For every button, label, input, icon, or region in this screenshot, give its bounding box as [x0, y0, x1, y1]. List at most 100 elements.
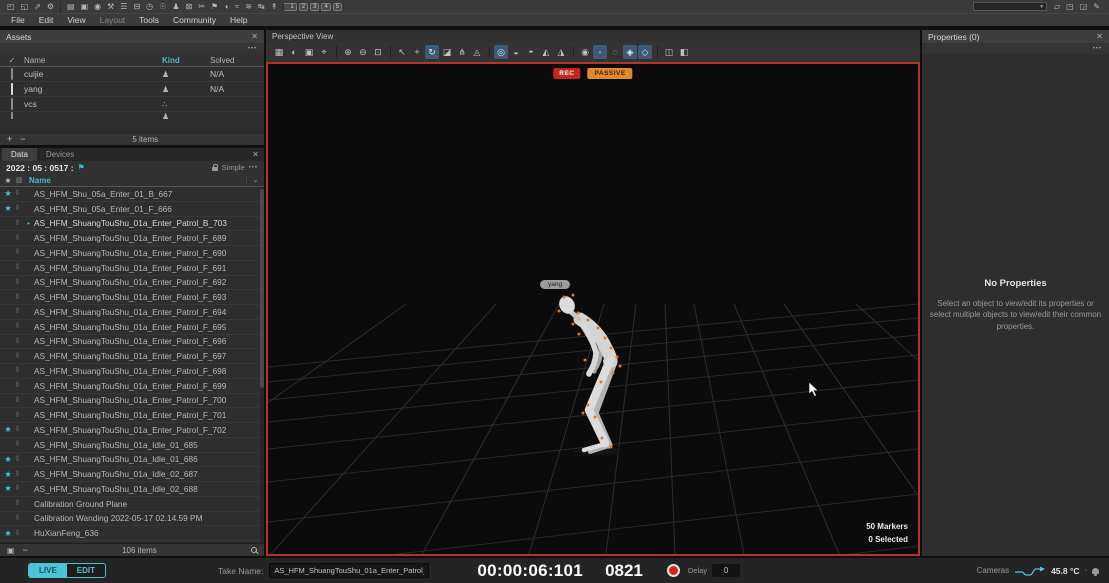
assets-panel-titlebar[interactable]: Assets ✕ — [0, 30, 264, 43]
rotate-tool-icon[interactable]: ↻ — [425, 45, 439, 59]
add-asset-button[interactable]: + — [7, 134, 12, 144]
take-row[interactable]: AS_HFM_ShuangTouShu_01a_Enter_Patrol_F_6… — [0, 276, 264, 291]
import-take-icon[interactable]: ▣ — [7, 546, 15, 555]
graph-pair-icon[interactable]: ≋ — [242, 1, 255, 13]
asset-enable-checkbox[interactable] — [11, 68, 13, 80]
favorite-star-icon[interactable] — [0, 262, 16, 273]
kind-column-header[interactable]: Kind — [162, 56, 210, 65]
fullscreen-icon[interactable]: ⊠ — [182, 1, 195, 13]
check-column-header[interactable]: ✓ — [0, 56, 24, 65]
calibration-icon[interactable]: ⚒ — [104, 1, 117, 13]
select-markers-icon[interactable]: ◎ — [494, 45, 508, 59]
ground-plane-icon[interactable]: ◪ — [440, 45, 454, 59]
open-layout-icon[interactable]: ◲ — [1077, 1, 1091, 13]
close-icon[interactable]: ✕ — [1096, 32, 1103, 41]
menu-item[interactable]: View — [60, 15, 92, 25]
marker-tracking-icon[interactable]: ⌖ — [317, 45, 331, 59]
take-row[interactable]: AS_HFM_ShuangTouShu_01a_Idle_02_687 — [0, 467, 264, 482]
take-row[interactable]: AS_HFM_ShuangTouShu_01a_Enter_Patrol_F_6… — [0, 261, 264, 276]
take-row[interactable]: AS_HFM_ShuangTouShu_01a_Enter_Patrol_F_6… — [0, 231, 264, 246]
edit-layout-icon[interactable]: ✎ — [1090, 1, 1103, 13]
take-row[interactable]: AS_HFM_ShuangTouShu_01a_Enter_Patrol_F_6… — [0, 246, 264, 261]
favorite-star-icon[interactable] — [0, 306, 16, 317]
quick-label-icon[interactable]: ◬ — [470, 45, 484, 59]
flag-icon[interactable]: ⚑ — [78, 163, 85, 172]
viewport-layout-icon[interactable]: ▦ — [272, 45, 286, 59]
favorite-star-icon[interactable] — [0, 292, 16, 303]
perspective-viewport[interactable]: REC PASSIVE yang 50 Markers 0 Selected — [266, 62, 920, 556]
remove-take-button[interactable]: − — [23, 545, 28, 555]
take-row[interactable]: AS_HFM_ShuangTouShu_01a_Enter_Patrol_F_6… — [0, 364, 264, 379]
more-options-icon[interactable]: ••• — [1093, 46, 1102, 52]
favorite-star-icon[interactable] — [0, 188, 16, 199]
capture-icon[interactable]: ◉ — [91, 1, 104, 13]
take-row[interactable]: AS_HFM_ShuangTouShu_01a_Idle_02_688 — [0, 482, 264, 497]
take-row[interactable]: AS_HFM_Shu_05a_Enter_01_F_666 — [0, 202, 264, 217]
favorite-star-icon[interactable] — [0, 454, 16, 465]
lock-icon[interactable] — [212, 167, 218, 171]
chevron-down-icon[interactable]: ⌄ — [246, 176, 264, 184]
scene-sphere-icon[interactable]: ◐ — [287, 45, 301, 59]
take-row[interactable]: AS_HFM_ShuangTouShu_01a_Enter_Patrol_F_7… — [0, 394, 264, 409]
properties-titlebar[interactable]: Properties (0) ✕ — [922, 30, 1109, 43]
scrollbar-thumb[interactable] — [260, 189, 264, 388]
antenna-icon[interactable]: ↟ — [268, 1, 281, 13]
show-labels-icon[interactable]: ◌ — [608, 45, 622, 59]
take-row[interactable]: AS_HFM_ShuangTouShu_01a_Enter_Patrol_F_7… — [0, 408, 264, 423]
show-links-icon[interactable]: ◈ — [623, 45, 637, 59]
columns-icon[interactable]: ▥ — [16, 176, 29, 184]
favorite-star-icon[interactable] — [0, 233, 16, 244]
take-row[interactable]: AS_HFM_ShuangTouShu_01a_Enter_Patrol_F_6… — [0, 379, 264, 394]
zoom-in-icon[interactable]: ⊕ — [341, 45, 355, 59]
take-row[interactable]: AS_HFM_ShuangTouShu_01a_Enter_Patrol_F_6… — [0, 335, 264, 350]
viewport-titlebar[interactable]: Perspective View — [266, 30, 920, 42]
avatar-visibility-icon[interactable]: ◧ — [677, 45, 691, 59]
actor-icon[interactable]: ♟ — [169, 1, 182, 13]
session-mode-label[interactable]: Simple — [222, 163, 245, 172]
zoom-out-icon[interactable]: ⊖ — [356, 45, 370, 59]
translate-tool-icon[interactable]: + — [410, 45, 424, 59]
export-icon[interactable]: ⇗ — [31, 1, 44, 13]
record-button[interactable] — [667, 564, 680, 577]
show-skeleton-icon[interactable]: ◇ — [638, 45, 652, 59]
favorite-star-icon[interactable] — [0, 351, 16, 362]
view-preset-2[interactable]: 2 — [299, 3, 308, 11]
favorite-star-icon[interactable] — [0, 395, 16, 406]
favorite-star-icon[interactable] — [0, 336, 16, 347]
label-tag-icon[interactable]: ⚑ — [208, 1, 221, 13]
layers-icon[interactable]: ☰ — [117, 1, 130, 13]
favorite-star-icon[interactable] — [0, 483, 16, 494]
layout-preset-dropdown[interactable]: ▼ — [973, 2, 1047, 11]
edit-cut-icon[interactable]: ✂ — [195, 1, 208, 13]
view-preset-4[interactable]: 4 — [321, 3, 330, 11]
menu-item[interactable]: File — [4, 15, 32, 25]
camera-icon[interactable]: ▣ — [78, 1, 92, 13]
solved-column-header[interactable]: Solved — [210, 56, 264, 65]
favorite-star-icon[interactable] — [0, 469, 16, 480]
notifications-bell-icon[interactable] — [1092, 568, 1099, 574]
live-mode-button[interactable]: LIVE — [29, 564, 67, 577]
edit-mode-button[interactable]: EDIT — [67, 564, 105, 577]
take-row[interactable]: AS_HFM_ShuangTouShu_01a_Idle_01_686 — [0, 453, 264, 468]
favorite-star-icon[interactable] — [0, 410, 16, 421]
asset-enable-checkbox[interactable] — [11, 112, 13, 119]
asset-row-cuijie[interactable]: cuijie ♟ N/A — [0, 67, 264, 82]
skeleton-pair-icon[interactable]: ◫ — [662, 45, 676, 59]
favorite-star-icon[interactable] — [0, 439, 16, 450]
take-row[interactable]: AS_HFM_ShuangTouShu_01a_Idle_01_685 — [0, 438, 264, 453]
more-options-icon[interactable]: ••• — [248, 46, 257, 52]
name-column-header[interactable]: Name — [24, 56, 162, 65]
delay-input[interactable] — [712, 564, 740, 577]
view-preset-5[interactable]: 5 — [333, 3, 342, 11]
takes-scrollbar[interactable] — [260, 187, 264, 543]
asset-row-vcs[interactable]: vcs ∴ — [0, 97, 264, 112]
zoom-fit-icon[interactable]: ⊡ — [371, 45, 385, 59]
camera-preview-icon[interactable]: ▣ — [302, 45, 316, 59]
visibility-icon[interactable]: ◉ — [578, 45, 592, 59]
label-markers-icon[interactable]: ◒ — [509, 45, 523, 59]
asset-row-yang[interactable]: yang ♟ N/A — [0, 82, 264, 97]
graph-icon[interactable]: ≈ — [232, 1, 242, 13]
favorite-star-icon[interactable] — [0, 365, 16, 376]
favorite-star-icon[interactable] — [0, 380, 16, 391]
take-row[interactable]: AS_HFM_Shu_05a_Enter_01_B_667 — [0, 187, 264, 202]
